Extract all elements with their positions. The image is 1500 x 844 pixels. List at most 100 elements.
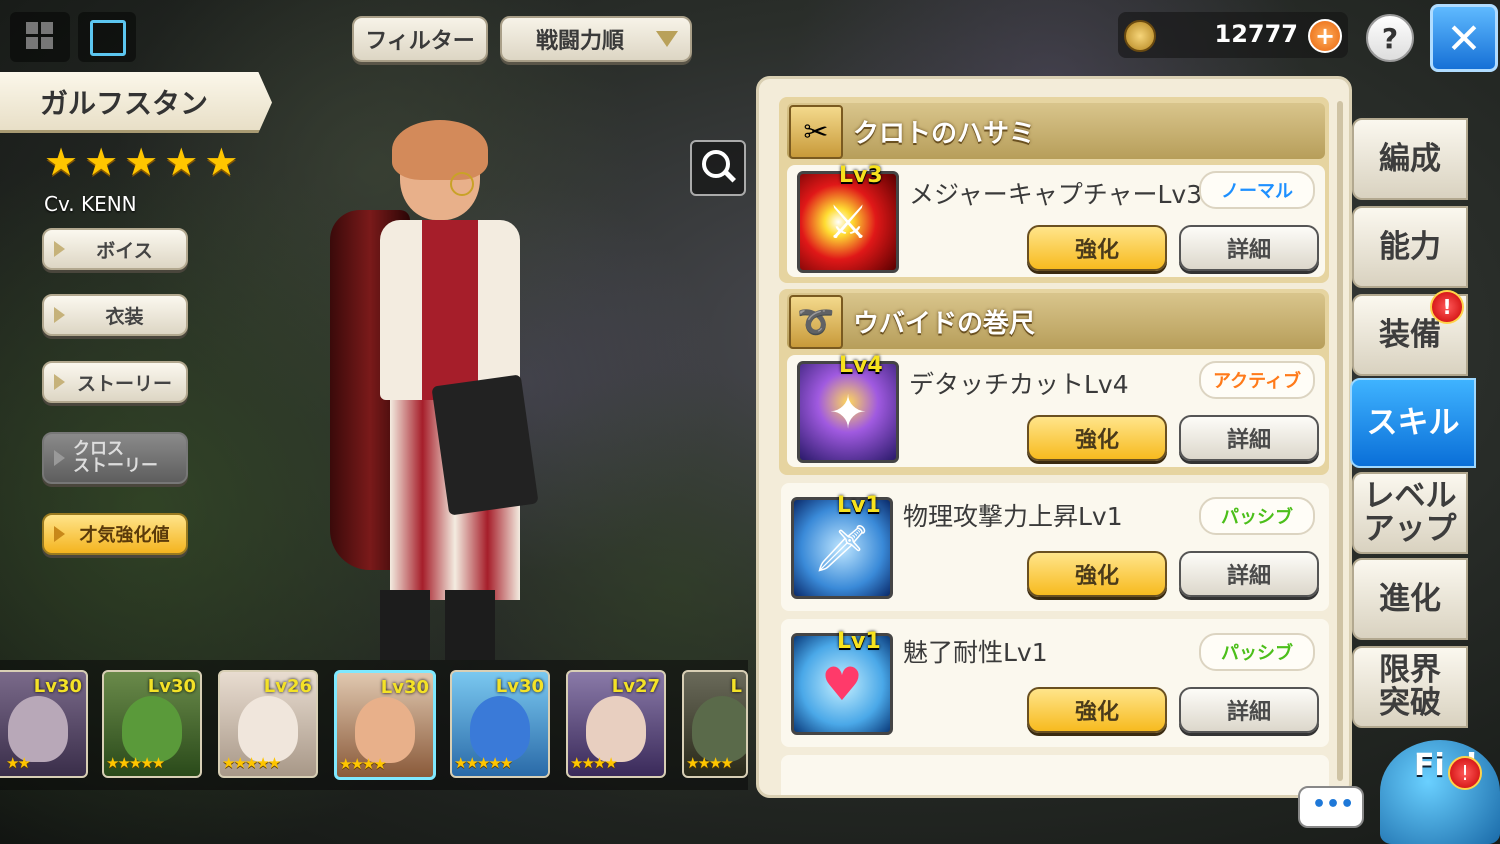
tab-equipment-label: 装備 (1379, 316, 1441, 353)
roster-stars: ★★★★ (686, 754, 734, 772)
character-face-icon (586, 696, 646, 762)
roster-stars: ★★★★ (570, 754, 618, 772)
skill-row: 🗡 Lv1 物理攻撃力上昇Lv1 パッシブ 強化 詳細 (781, 483, 1329, 611)
character-face-icon (470, 696, 530, 762)
rarity-stars: ★ ★ ★ ★ ★ (44, 140, 238, 184)
roster-character-selected[interactable]: Lv30 ★★★★ (334, 670, 436, 780)
roster-level: Lv30 (33, 676, 82, 697)
roster-stars: ★★ (6, 754, 31, 772)
character-face-icon (692, 696, 746, 762)
sort-dropdown[interactable]: 戦闘力順 (500, 16, 692, 62)
skill-row: ♥ Lv1 魅了耐性Lv1 パッシブ 強化 詳細 (781, 619, 1329, 747)
alert-badge-icon: ! (1448, 756, 1482, 790)
zoom-button[interactable] (690, 140, 746, 196)
skill-row: ✦ Lv4 デタッチカットLv4 アクティブ 強化 詳細 (787, 353, 1325, 467)
roster-level: Lv26 (263, 676, 312, 697)
help-button[interactable]: ? (1366, 14, 1414, 62)
enhance-button[interactable]: 強化 (1027, 415, 1167, 461)
star-icon: ★ (124, 140, 159, 184)
skill-level-badge: Lv1 (837, 629, 881, 654)
currency-bar: 12777 + (1118, 12, 1348, 58)
detail-button[interactable]: 詳細 (1179, 687, 1319, 733)
enhance-button[interactable]: 強化 (1027, 225, 1167, 271)
roster-level: L (730, 676, 742, 697)
skill-name: 物理攻撃力上昇Lv1 (903, 502, 1123, 531)
chat-dots-icon: ••• (1312, 792, 1355, 817)
skill-level-badge: Lv1 (837, 493, 881, 518)
skill-level-badge: Lv4 (839, 353, 883, 378)
character-name-plate: ガルフスタン (0, 72, 272, 133)
tab-formation[interactable]: 編成 (1352, 118, 1468, 200)
voice-button[interactable]: ボイス (42, 228, 188, 270)
filter-button[interactable]: フィルター (352, 16, 488, 62)
costume-button[interactable]: 衣装 (42, 294, 188, 336)
skill-name: 魅了耐性Lv1 (903, 638, 1048, 667)
roster-level: Lv27 (611, 676, 660, 697)
star-icon: ★ (204, 140, 239, 184)
roster-character[interactable]: Lv30 ★★★★★ (450, 670, 550, 778)
detail-button[interactable]: 詳細 (1179, 415, 1319, 461)
scissors-icon: ✂ (789, 105, 843, 159)
chevron-down-icon (656, 31, 678, 47)
tab-stats[interactable]: 能力 (1352, 206, 1468, 288)
roster-level: Lv30 (147, 676, 196, 697)
detail-button[interactable]: 詳細 (1179, 551, 1319, 597)
talent-boost-button[interactable]: 才気強化値 (42, 513, 188, 555)
detail-button[interactable]: 詳細 (1179, 225, 1319, 271)
equipment-group-2: ➰ ウバイドの巻尺 (787, 293, 1325, 349)
equipment-name: ウバイドの巻尺 (853, 309, 1036, 339)
story-button[interactable]: ストーリー (42, 361, 188, 403)
skill-row: ⚔ Lv3 メジャーキャプチャーLv3 ノーマル 強化 詳細 (787, 163, 1325, 277)
character-portrait (320, 120, 560, 660)
close-button[interactable]: ✕ (1430, 4, 1498, 72)
cross-story-button[interactable]: クロス ストーリー (42, 432, 188, 484)
star-icon: ★ (164, 140, 199, 184)
roster-character[interactable]: Lv30 ★★ (0, 670, 88, 778)
roster-stars: ★★★★★ (454, 754, 513, 772)
tab-limit-break[interactable]: 限界 突破 (1352, 646, 1468, 728)
tab-level-up[interactable]: レベル アップ (1352, 472, 1468, 554)
star-icon: ★ (84, 140, 119, 184)
skills-scrollbar[interactable] (1337, 101, 1343, 781)
roster-stars: ★★★★★ (106, 754, 165, 772)
single-view-icon[interactable] (78, 12, 136, 62)
roster-level: Lv30 (380, 677, 429, 698)
play-icon (54, 374, 65, 390)
skill-type-badge: パッシブ (1199, 497, 1315, 535)
play-icon (54, 526, 65, 542)
enhance-button[interactable]: 強化 (1027, 687, 1167, 733)
equipment-group-1: ✂ クロトのハサミ (787, 103, 1325, 159)
chat-button[interactable]: ••• (1298, 786, 1364, 828)
add-currency-button[interactable]: + (1308, 19, 1342, 53)
voice-actor-label: Cv. KENN (44, 192, 137, 216)
roster-character[interactable]: Lv30 ★★★★★ (102, 670, 202, 778)
skill-name: デタッチカットLv4 (909, 370, 1129, 399)
roster-character[interactable]: Lv27 ★★★★ (566, 670, 666, 778)
character-face-icon (122, 696, 182, 762)
tab-equipment[interactable]: 装備 ! (1352, 290, 1468, 376)
currency-value: 12777 (1214, 20, 1299, 48)
roster-stars: ★★★★★ (222, 754, 281, 772)
roster-stars: ★★★★ (339, 755, 387, 773)
skill-type-badge: ノーマル (1199, 171, 1315, 209)
equipment-name: クロトのハサミ (853, 119, 1036, 149)
skills-panel: ✂ クロトのハサミ ⚔ Lv3 メジャーキャプチャーLv3 ノーマル 強化 詳細… (756, 76, 1352, 798)
character-face-icon (8, 696, 68, 762)
star-icon: ★ (44, 140, 79, 184)
roster-character[interactable]: L ★★★★ (682, 670, 748, 778)
skill-level-badge: Lv3 (839, 163, 883, 188)
grid-view-icon[interactable] (10, 12, 70, 62)
character-face-icon (355, 697, 415, 763)
roster-level: Lv30 (495, 676, 544, 697)
roster-character[interactable]: Lv26 ★★★★★ (218, 670, 318, 778)
enhance-button[interactable]: 強化 (1027, 551, 1167, 597)
mascot-icon[interactable]: Fi d ! (1380, 740, 1500, 844)
tab-skills[interactable]: スキル (1350, 378, 1476, 468)
measuring-tape-icon: ➰ (789, 295, 843, 349)
character-name: ガルフスタン (40, 87, 209, 120)
play-icon (54, 241, 65, 257)
play-icon (54, 307, 65, 323)
character-face-icon (238, 696, 298, 762)
play-icon (54, 450, 65, 466)
tab-evolution[interactable]: 進化 (1352, 558, 1468, 640)
